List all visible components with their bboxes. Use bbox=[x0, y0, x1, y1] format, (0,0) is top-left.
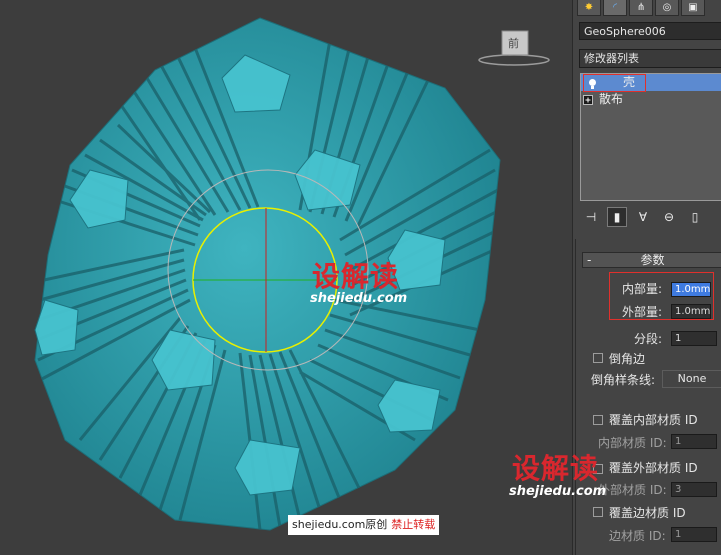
stack-item-scatter[interactable]: 散布 bbox=[581, 91, 721, 108]
footer-site: shejiedu.com bbox=[292, 518, 366, 531]
outer-mat-id-label: 外部材质 ID: bbox=[598, 483, 667, 497]
inner-mat-id-label: 内部材质 ID: bbox=[598, 436, 667, 450]
watermark-brand: 设解读 bbox=[312, 260, 400, 293]
override-edge-mat-label: 覆盖边材质 ID bbox=[609, 506, 686, 520]
edge-mat-id-spinner[interactable]: 1 bbox=[671, 527, 717, 542]
modifier-list-dropdown[interactable]: 修改器列表 bbox=[579, 49, 721, 68]
display-icon: ▣ bbox=[688, 2, 698, 13]
inner-mat-id-spinner[interactable]: 1 bbox=[671, 434, 717, 449]
highlight-box-amounts bbox=[609, 272, 714, 320]
configure-sets-icon[interactable]: ▯ bbox=[685, 207, 705, 227]
edge-mat-id-label: 边材质 ID: bbox=[609, 529, 666, 543]
segments-spinner[interactable]: 1 bbox=[671, 331, 717, 346]
show-end-result-icon[interactable]: ▮ bbox=[607, 207, 627, 227]
bevel-spline-label: 倒角样条线: bbox=[591, 373, 656, 387]
stack-tools: ⊣ ▮ ∀ ⊖ ▯ bbox=[581, 206, 721, 228]
viewport-perspective[interactable]: 前 设解读 shejiedu.com shejiedu.com原创 禁止转载 bbox=[0, 0, 572, 555]
modify-tab[interactable]: ◜ bbox=[603, 0, 627, 16]
bevel-spline-button[interactable]: None bbox=[662, 370, 721, 388]
create-tab[interactable]: ✸ bbox=[577, 0, 601, 16]
highlight-box-stack bbox=[583, 74, 646, 92]
motion-tab[interactable]: ◎ bbox=[655, 0, 679, 16]
modify-icon: ◜ bbox=[613, 2, 617, 13]
outer-mat-id-spinner[interactable]: 3 bbox=[671, 482, 717, 497]
footer-original: 原创 bbox=[365, 518, 388, 531]
watermark-url-2: shejiedu.com bbox=[509, 484, 607, 499]
viewcube-label: 前 bbox=[508, 37, 519, 50]
footer-note: shejiedu.com原创 禁止转载 bbox=[288, 515, 440, 535]
hierarchy-icon: ⋔ bbox=[636, 2, 646, 13]
watermark-brand-2: 设解读 bbox=[512, 452, 600, 485]
modifier-stack[interactable]: 壳 散布 bbox=[580, 73, 721, 201]
display-tab[interactable]: ▣ bbox=[681, 0, 705, 16]
bevel-edges-label: 倒角边 bbox=[609, 352, 646, 366]
bevel-edges-checkbox[interactable] bbox=[593, 353, 603, 363]
rollout-title: 参数 bbox=[640, 253, 665, 267]
override-inner-mat-checkbox[interactable] bbox=[593, 415, 603, 425]
stack-item-label: 散布 bbox=[599, 92, 624, 106]
watermark-url: shejiedu.com bbox=[310, 291, 408, 306]
command-panel-tabs: ✸ ◜ ⋔ ◎ ▣ bbox=[577, 0, 721, 16]
override-edge-mat-checkbox[interactable] bbox=[593, 507, 603, 517]
segments-label: 分段: bbox=[634, 332, 663, 346]
object-name-field[interactable]: GeoSphere006 bbox=[579, 22, 721, 40]
hierarchy-tab[interactable]: ⋔ bbox=[629, 0, 653, 16]
create-icon: ✸ bbox=[584, 2, 594, 13]
pin-stack-icon[interactable]: ⊣ bbox=[581, 207, 601, 227]
geosphere-model bbox=[34, 17, 550, 531]
footer-no-repost: 禁止转载 bbox=[391, 518, 436, 531]
motion-icon: ◎ bbox=[662, 2, 672, 13]
remove-modifier-icon[interactable]: ⊖ bbox=[659, 207, 679, 227]
parameters-rollout: - 参数 内部量: 1.0mm 外部量: 1.0mm 分段: 1 倒角边 倒角样… bbox=[575, 239, 721, 555]
expand-plus-icon[interactable] bbox=[583, 94, 594, 105]
override-inner-mat-label: 覆盖内部材质 ID bbox=[609, 413, 698, 427]
rollout-header[interactable]: - 参数 bbox=[582, 252, 721, 268]
make-unique-icon[interactable]: ∀ bbox=[633, 207, 653, 227]
override-outer-mat-label: 覆盖外部材质 ID bbox=[609, 461, 698, 475]
